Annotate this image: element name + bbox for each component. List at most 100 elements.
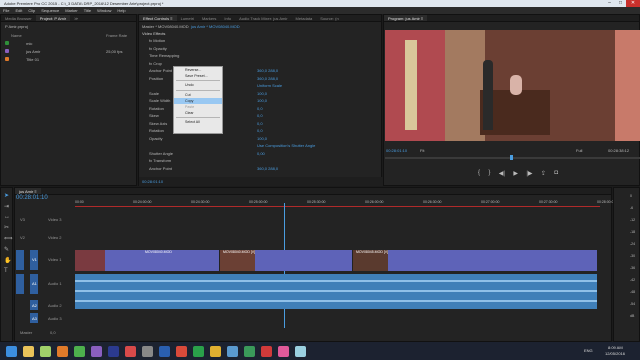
app-icon[interactable] — [193, 345, 204, 357]
effect-property-name[interactable]: Rotation — [149, 128, 164, 133]
razor-tool-icon[interactable]: ✂ — [4, 224, 12, 231]
selection-tool-icon[interactable]: ➤ — [4, 192, 12, 199]
playhead-icon[interactable] — [510, 155, 513, 160]
premiere-icon[interactable] — [91, 345, 102, 357]
effect-property-name[interactable]: Scale — [149, 91, 159, 96]
menu-item-select-all[interactable]: Select All — [174, 119, 222, 125]
effect-property-name[interactable]: Position — [149, 76, 163, 81]
video-clip[interactable]: MOV08040.MOD MOV08040.MOD [V] MOV08045.M… — [75, 250, 597, 271]
effect-property-value[interactable]: 360,0 288,0 — [257, 166, 278, 171]
effect-property-name[interactable]: fx Motion — [149, 38, 165, 43]
language-indicator[interactable]: ENG — [584, 348, 593, 353]
app-icon[interactable] — [125, 345, 136, 357]
source-a1-patch[interactable] — [16, 274, 24, 294]
effect-property-value[interactable]: 360,0 288,0 — [257, 68, 278, 73]
effect-property-name[interactable]: Time Remapping — [149, 53, 179, 58]
effect-property-name[interactable]: Scale Width — [149, 98, 170, 103]
app-icon[interactable] — [74, 345, 85, 357]
after-effects-icon[interactable] — [108, 345, 119, 357]
menu-window[interactable]: Window — [97, 7, 111, 14]
tab-program[interactable]: Program: jus Amir ≡ — [384, 15, 428, 21]
tab-source[interactable]: Source: (n — [316, 15, 342, 21]
menu-item-clear[interactable]: Clear — [174, 110, 222, 116]
quality-dropdown[interactable]: Full — [576, 148, 582, 153]
menu-edit[interactable]: Edit — [15, 7, 22, 14]
effect-controls-timecode[interactable]: 00:28:01:10 — [142, 179, 163, 184]
minimize-button[interactable]: – — [604, 0, 615, 7]
mark-out-icon[interactable]: } — [488, 170, 490, 180]
app-icon[interactable] — [142, 345, 153, 357]
lift-icon[interactable]: ⇪ — [541, 170, 546, 180]
tab-overflow[interactable]: ≫ — [70, 15, 82, 21]
effect-property-value[interactable]: 0,00 — [257, 151, 265, 156]
menu-item-save-preset[interactable]: Save Preset... — [174, 73, 222, 79]
tab-audio-track-mixer[interactable]: Audio Track Mixer: jus Amir — [235, 15, 291, 21]
clock-date[interactable]: 12/05/2016 — [605, 351, 625, 356]
play-icon[interactable]: ▶ — [513, 170, 518, 180]
step-back-icon[interactable]: ◀| — [499, 170, 505, 180]
effect-property-value[interactable]: 100,0 — [257, 98, 267, 103]
fit-dropdown[interactable]: Fit — [420, 148, 424, 153]
app-icon[interactable] — [261, 345, 272, 357]
timeline-timecode[interactable]: 00:28:01:10 — [16, 195, 48, 201]
ripple-edit-icon[interactable]: ↔ — [4, 214, 12, 220]
effect-property-name[interactable]: fx Crop — [149, 61, 162, 66]
menu-sequence[interactable]: Sequence — [41, 7, 59, 14]
effect-property-name[interactable]: Anchor Point — [149, 166, 172, 171]
effect-property-value[interactable]: 0,0 — [257, 121, 263, 126]
effect-property-value[interactable]: 0,0 — [257, 128, 263, 133]
effect-property-value[interactable]: 360,0 288,0 — [257, 76, 278, 81]
app-icon[interactable] — [57, 345, 68, 357]
tab-project[interactable]: Project: P Amir — [35, 15, 71, 21]
program-scrub-bar[interactable] — [385, 155, 640, 160]
menu-file[interactable]: File — [3, 7, 9, 14]
tab-lumetri[interactable]: Lumetri — [177, 15, 198, 21]
menu-marker[interactable]: Marker — [65, 7, 77, 14]
program-timecode[interactable]: 00:28:01:10 — [386, 148, 407, 153]
track-v2-target[interactable]: V2 — [20, 235, 25, 240]
word-icon[interactable] — [159, 345, 170, 357]
list-item[interactable]: jus Amir — [5, 49, 40, 54]
list-item[interactable]: mic — [5, 41, 32, 46]
app-icon[interactable] — [295, 345, 306, 357]
tab-metadata[interactable]: Metadata — [292, 15, 317, 21]
master-volume[interactable]: 0,0 — [50, 330, 56, 335]
tab-media-browser[interactable]: Media Browser — [1, 15, 36, 21]
master-clip-label[interactable]: Master * MOV08040.MOD — [142, 24, 189, 29]
work-area-bar[interactable] — [75, 206, 600, 207]
track-v3-target[interactable]: V3 — [20, 217, 25, 222]
source-v1-patch[interactable] — [16, 250, 24, 270]
chrome-icon[interactable] — [210, 345, 221, 357]
effect-property-name[interactable]: Skew Axis — [149, 121, 167, 126]
app-icon[interactable] — [227, 345, 238, 357]
effect-property-value[interactable]: 0,0 — [257, 113, 263, 118]
maximize-button[interactable]: □ — [615, 0, 626, 7]
close-button[interactable]: ✕ — [626, 0, 640, 7]
effect-property-name[interactable]: fx Opacity — [149, 46, 167, 51]
tab-sequence[interactable]: jus Amir ≡ — [15, 188, 41, 194]
step-forward-icon[interactable]: |▶ — [526, 170, 532, 180]
tab-effect-controls[interactable]: Effect Controls ≡ — [139, 15, 177, 21]
sequence-clip-label[interactable]: jus Amir * MOV08040.MOD — [191, 24, 240, 29]
app-icon[interactable] — [244, 345, 255, 357]
effect-property-name[interactable]: Anchor Point — [149, 68, 172, 73]
tab-markers[interactable]: Markers — [198, 15, 220, 21]
explorer-icon[interactable] — [23, 345, 34, 357]
effect-property-name[interactable]: Rotation — [149, 106, 164, 111]
start-icon[interactable] — [6, 345, 17, 357]
app-icon[interactable] — [278, 345, 289, 357]
track-select-icon[interactable]: ⇥ — [4, 203, 12, 210]
effect-property-value[interactable]: 0,0 — [257, 106, 263, 111]
audio-clip[interactable] — [75, 274, 597, 309]
effect-property-name[interactable]: fx Transform — [149, 158, 171, 163]
menu-clip[interactable]: Clip — [28, 7, 35, 14]
app-icon[interactable] — [40, 345, 51, 357]
clock-time[interactable]: 8:09 AM — [608, 345, 623, 350]
effect-property-name[interactable]: Skew — [149, 113, 159, 118]
effect-property-value[interactable]: 100,0 — [257, 91, 267, 96]
effect-property-name[interactable]: Shutter Angle — [149, 151, 173, 156]
effect-property-name[interactable]: Opacity — [149, 136, 163, 141]
type-tool-icon[interactable]: T — [4, 268, 12, 274]
column-frame-rate[interactable]: Frame Rate — [106, 33, 127, 38]
hand-tool-icon[interactable]: ✋ — [4, 257, 12, 264]
